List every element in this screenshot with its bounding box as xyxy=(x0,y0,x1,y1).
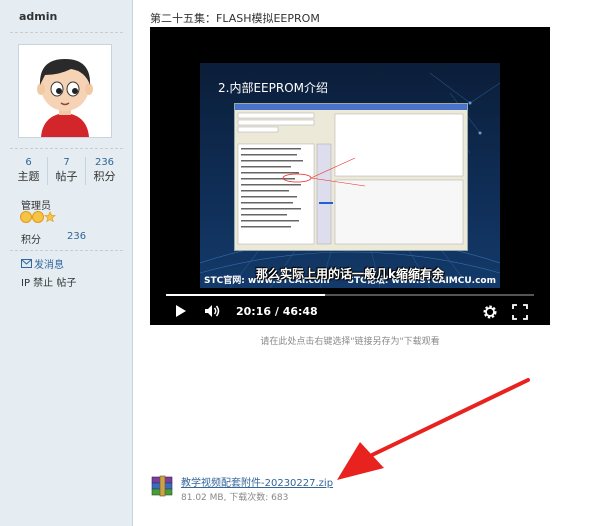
attachment-meta: 81.02 MB, 下载次数: 683 xyxy=(181,493,289,503)
zip-archive-icon[interactable] xyxy=(150,473,176,502)
annotation-arrow-icon xyxy=(337,378,530,480)
attachment-link[interactable]: 教学视频配套附件-20230227.zip xyxy=(181,474,333,489)
